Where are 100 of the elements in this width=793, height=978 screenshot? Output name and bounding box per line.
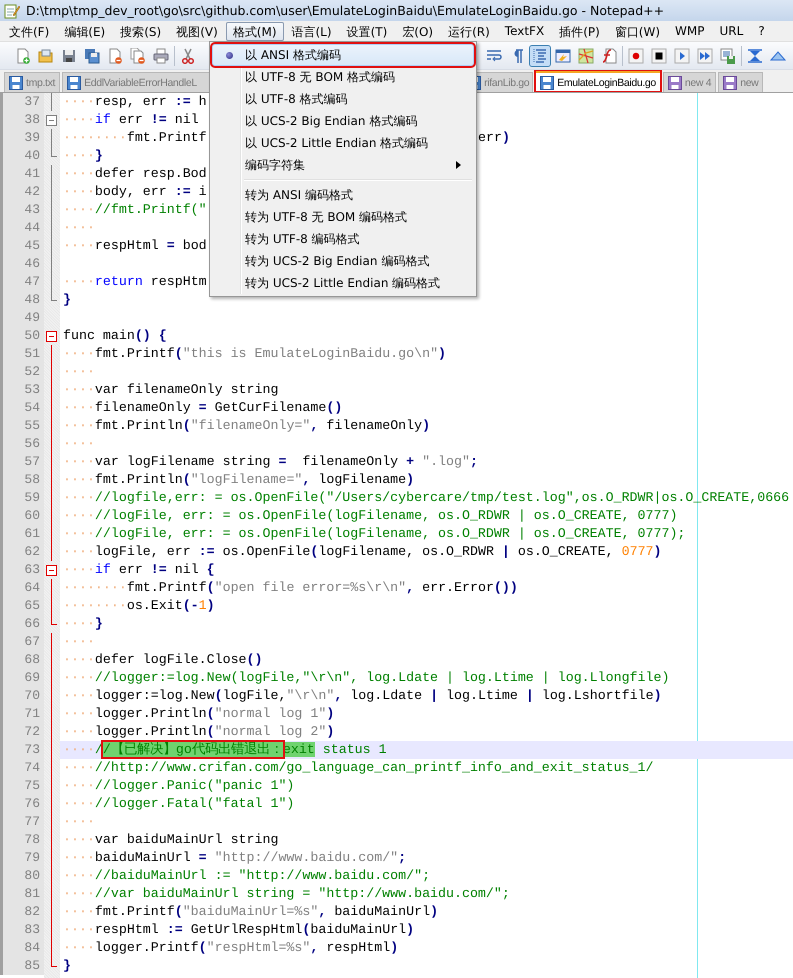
code-line: ········fmt.Printf — [63, 129, 207, 147]
line-number: 52 — [0, 363, 44, 381]
menu-item[interactable]: 编码字符集 — [212, 154, 474, 176]
line-number: 57 — [0, 453, 44, 471]
menu-item[interactable]: 设置(T) — [340, 22, 394, 40]
code-line: ···· — [63, 435, 95, 453]
line-number: 47 — [0, 273, 44, 291]
line-number: 59 — [0, 489, 44, 507]
code-line: err) — [478, 129, 510, 147]
code-line: ····if err != nil { — [63, 561, 215, 579]
line-number: 65 — [0, 597, 44, 615]
code-line: ····var baiduMainUrl string — [63, 831, 278, 849]
line-number: 42 — [0, 183, 44, 201]
line-number: 82 — [0, 903, 44, 921]
file-tab[interactable]: EmulateLoginBaidu.go — [535, 70, 661, 92]
menu-item[interactable]: WMP — [668, 22, 712, 40]
menu-item[interactable]: URL — [712, 22, 750, 40]
line-number: 55 — [0, 417, 44, 435]
line-number: 66 — [0, 615, 44, 633]
menu-item[interactable]: 视图(V) — [169, 22, 225, 40]
code-line: ···· — [63, 363, 95, 381]
line-number: 49 — [0, 309, 44, 327]
code-line: ····respHtml := GetUrlRespHtml(baiduMainUrl) — [63, 921, 414, 939]
line-number: 51 — [0, 345, 44, 363]
menu-item[interactable]: ? — [751, 22, 772, 40]
line-number: 84 — [0, 939, 44, 957]
code-line: ····//baiduMainUrl := "http://www.baidu.com/"; — [63, 867, 430, 885]
line-number: 53 — [0, 381, 44, 399]
code-line: ····fmt.Println("filenameOnly=", filenameOnly) — [63, 417, 430, 435]
code-line: ····defer logFile.Close() — [63, 651, 262, 669]
menu-item[interactable]: 以 UCS-2 Little Endian 格式编码 — [212, 132, 474, 154]
code-line: ····logFile, err := os.OpenFile(logFilename, os.O_RDWR | os.O_CREATE, 0777) — [63, 543, 662, 561]
menu-item[interactable]: 转为 UCS-2 Little Endian 编码格式 — [212, 272, 474, 294]
line-number: 77 — [0, 813, 44, 831]
line-number: 39 — [0, 129, 44, 147]
line-number: 62 — [0, 543, 44, 561]
line-number: 43 — [0, 201, 44, 219]
code-line: ····baiduMainUrl = "http://www.baidu.com/"; — [63, 849, 406, 867]
line-number: 58 — [0, 471, 44, 489]
code-line: ···· — [63, 219, 95, 237]
menu-item[interactable]: 以 UCS-2 Big Endian 格式编码 — [212, 110, 474, 132]
code-line: ····//logfile,err: = os.OpenFile("/Users/cybercare/tmp/test.log",os.O_RDWR|os.O_CREATE,0666 — [63, 489, 790, 507]
code-line: ····fmt.Printf("this is EmulateLoginBaidu.go\n") — [63, 345, 446, 363]
code-line: ····//logFile, err: = os.OpenFile(logFilename, os.O_RDWR | os.O_CREATE, 0777) — [63, 507, 678, 525]
window-title: D:\tmp\tmp_dev_root\go\src\github.com\user\EmulateLoginBaidu\EmulateLoginBaidu.go - Notepad++ — [26, 3, 664, 18]
code-line: ····if err != nil — [63, 111, 199, 129]
code-line: ········os.Exit(-1) — [63, 597, 215, 615]
menu-item[interactable]: 格式(M) — [226, 22, 284, 40]
code-line: ····//var baiduMainUrl string = "http://www.baidu.com/"; — [63, 885, 510, 903]
line-number: 61 — [0, 525, 44, 543]
line-number: 80 — [0, 867, 44, 885]
code-line: ····respHtml = bod — [63, 237, 207, 255]
line-number: 45 — [0, 237, 44, 255]
line-number: 48 — [0, 291, 44, 309]
line-number: 74 — [0, 759, 44, 777]
line-number: 54 — [0, 399, 44, 417]
code-line: ····} — [63, 615, 103, 633]
line-number: 71 — [0, 705, 44, 723]
menu-item[interactable]: TextFX — [498, 22, 552, 40]
line-number: 50 — [0, 327, 44, 345]
code-line: ····var filenameOnly string — [63, 381, 278, 399]
code-line: } — [63, 957, 71, 975]
code-line: ···· — [63, 813, 95, 831]
line-number: 64 — [0, 579, 44, 597]
code-line: ····logger.Println("normal log 2") — [63, 723, 334, 741]
menu-item[interactable]: 运行(R) — [441, 22, 497, 40]
code-line: ····logger.Println("normal log 1") — [63, 705, 334, 723]
code-line: ····fmt.Printf("baiduMainUrl=%s", baiduMainUrl) — [63, 903, 438, 921]
menu-item[interactable]: 宏(O) — [395, 22, 440, 40]
code-line: ····logger.Printf("respHtml=%s", respHtml) — [63, 939, 398, 957]
code-line: ····var logFilename string = filenameOnly + ".log"; — [63, 453, 478, 471]
menu-item[interactable]: 窗口(W) — [608, 22, 668, 40]
menu-item[interactable]: 转为 UTF-8 无 BOM 编码格式 — [212, 206, 474, 228]
code-line: ····//logFile, err: = os.OpenFile(logFilename, os.O_RDWR | os.O_CREATE, 0777); — [63, 525, 686, 543]
line-number: 67 — [0, 633, 44, 651]
menu-item[interactable]: 转为 UTF-8 编码格式 — [212, 228, 474, 250]
menu-item[interactable]: 搜索(S) — [113, 22, 168, 40]
line-number: 68 — [0, 651, 44, 669]
menu-item[interactable]: 转为 UCS-2 Big Endian 编码格式 — [212, 250, 474, 272]
code-line: } — [63, 291, 71, 309]
code-line: ····defer resp.Bod — [63, 165, 207, 183]
line-number: 83 — [0, 921, 44, 939]
code-line: ····fmt.Println("logFilename=", logFilename) — [63, 471, 414, 489]
code-line: ····filenameOnly = GetCurFilename() — [63, 399, 342, 417]
line-number: 73 — [0, 741, 44, 759]
line-number: 46 — [0, 255, 44, 273]
line-number: 69 — [0, 669, 44, 687]
menu-item[interactable]: 转为 ANSI 编码格式 — [212, 184, 474, 206]
menu-item[interactable]: 以 ANSI 格式编码 — [212, 44, 474, 66]
line-number: 38 — [0, 111, 44, 129]
line-number: 75 — [0, 777, 44, 795]
menu-item[interactable]: 语言(L) — [284, 22, 339, 40]
code-line: ····} — [63, 147, 103, 165]
menu-item[interactable]: 编辑(E) — [57, 22, 112, 40]
line-number: 85 — [0, 957, 44, 975]
line-number: 56 — [0, 435, 44, 453]
menu-item[interactable]: 插件(P) — [552, 22, 607, 40]
menu-item[interactable]: 文件(F) — [2, 22, 56, 40]
line-number: 60 — [0, 507, 44, 525]
line-number: 81 — [0, 885, 44, 903]
